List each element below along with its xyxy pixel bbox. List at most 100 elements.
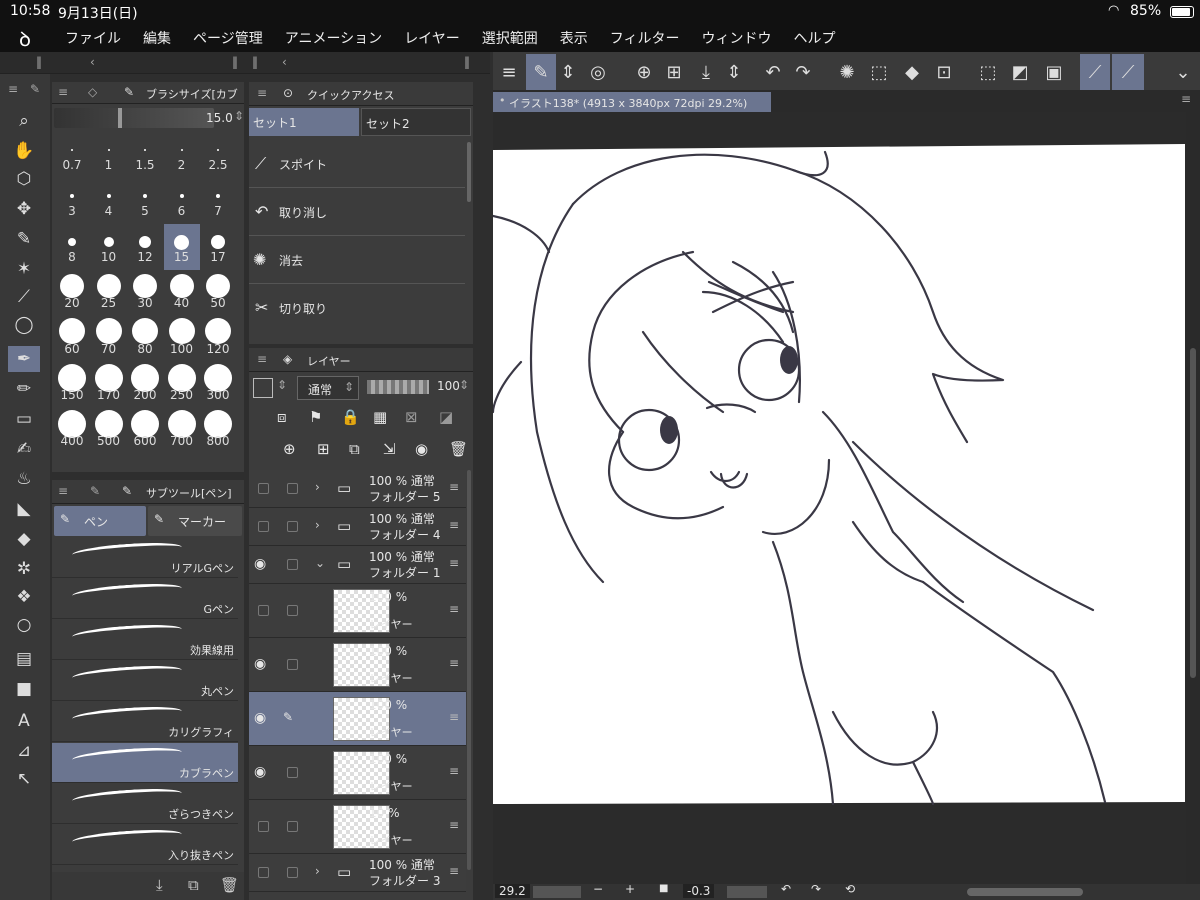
menu-icon[interactable]: ≡	[257, 86, 267, 100]
brush-size-600[interactable]: 600	[127, 408, 163, 454]
scroll-thumb[interactable]	[1190, 348, 1196, 678]
layer-row[interactable]: ◉ 100 % レイヤー ≡	[249, 746, 466, 800]
zoom-value[interactable]: 29.2	[495, 884, 530, 898]
blend-mode-select[interactable]: 通常 ⇕	[297, 376, 359, 400]
menu-filter[interactable]: フィルター	[610, 28, 680, 48]
stepper-icon[interactable]: ⇕	[558, 54, 578, 90]
menu-selection[interactable]: 選択範囲	[482, 28, 538, 48]
text-icon[interactable]: A	[8, 708, 40, 734]
menu-animation[interactable]: アニメーション	[285, 28, 382, 48]
collapse-left-icon-2[interactable]: ‖	[252, 55, 258, 69]
menu-icon[interactable]: ≡	[1181, 92, 1191, 106]
brush-size-150[interactable]: 150	[54, 362, 90, 408]
pen-select-icon[interactable]: ✎	[8, 226, 40, 252]
brush-size-1.5[interactable]: 1.5	[127, 132, 163, 178]
new-folder-icon[interactable]: ⊞	[317, 440, 330, 458]
brush-snap-icon[interactable]: ⟋	[1112, 54, 1144, 90]
ruler-icon[interactable]: ◪	[439, 408, 453, 426]
reference-icon[interactable]: ⚑	[309, 408, 322, 426]
zoom-in-button[interactable]: +	[625, 882, 635, 896]
folder-row[interactable]: › ▭ 100 % 通常 フォルダー 3 ≡	[249, 854, 466, 892]
brush-size-25[interactable]: 25	[91, 270, 127, 316]
eyedropper-icon[interactable]: ⟋	[8, 284, 40, 310]
subtool-item[interactable]: 入り抜きペン	[52, 825, 238, 865]
canvas-scrollbar-v[interactable]	[1186, 112, 1200, 884]
drag-handle-icon[interactable]: ≡	[449, 480, 459, 494]
app-logo-icon[interactable]: ꝺ	[0, 25, 50, 52]
canvas-viewport[interactable]	[493, 112, 1193, 884]
zoom-out-button[interactable]: −	[593, 882, 603, 896]
subtool-item[interactable]: 効果線用	[52, 620, 238, 660]
magnifier-icon[interactable]: ⌕	[8, 108, 40, 134]
brush-size-500[interactable]: 500	[91, 408, 127, 454]
brush-size-1[interactable]: 1	[91, 132, 127, 178]
brush-size-70[interactable]: 70	[91, 316, 127, 362]
brush-size-30[interactable]: 30	[127, 270, 163, 316]
hamburger-menu-icon[interactable]: ≡	[496, 54, 522, 90]
brush-size-2[interactable]: 2	[164, 132, 200, 178]
move-icon[interactable]: ✥	[8, 196, 40, 222]
menu-page[interactable]: ページ管理	[193, 28, 263, 48]
stepper-icon[interactable]: ⇕	[277, 378, 287, 392]
subtool-item[interactable]: 丸ペン	[52, 661, 238, 701]
redo-icon[interactable]: ↷	[790, 54, 816, 90]
transform-icon[interactable]: ⊡	[930, 54, 958, 90]
brush-size-3[interactable]: 3	[54, 178, 90, 224]
brush-tab-icon[interactable]: ✎	[30, 82, 40, 96]
drag-handle-icon[interactable]: ≡	[449, 764, 459, 778]
deselect-icon[interactable]: ⬚	[866, 54, 892, 90]
brush-size-170[interactable]: 170	[91, 362, 127, 408]
brush-size-800[interactable]: 800	[200, 408, 236, 454]
frame-icon[interactable]: ▤	[8, 646, 40, 672]
subtool-item[interactable]: リアルGペン	[52, 538, 238, 578]
duplicate-icon[interactable]: ⧉	[188, 876, 199, 894]
brush-size-250[interactable]: 250	[164, 362, 200, 408]
lock-checkbox[interactable]	[287, 483, 298, 494]
layer-scrollbar[interactable]	[467, 470, 471, 870]
collapse-right-icon[interactable]: ‖	[232, 55, 238, 69]
menu-file[interactable]: ファイル	[65, 28, 121, 48]
stepper-icon[interactable]: ⇕	[724, 54, 744, 90]
menu-icon[interactable]: ≡	[8, 82, 18, 96]
drag-handle-icon[interactable]: ≡	[449, 710, 459, 724]
trash-icon[interactable]: 🗑	[449, 440, 468, 458]
magic-wand-icon[interactable]: ✶	[8, 256, 40, 282]
dots-icon[interactable]: ✲	[8, 556, 40, 582]
lock-checkbox[interactable]	[287, 767, 298, 778]
brush-size-400[interactable]: 400	[54, 408, 90, 454]
layer-row[interactable]: 100 % レイヤー ≡	[249, 584, 466, 638]
subtool-item[interactable]: カリグラフィ	[52, 702, 238, 742]
grid-icon[interactable]: ▣	[1040, 54, 1068, 90]
canvas-tab[interactable]: • イラスト138* (4913 x 3840px 72dpi 29.2%)	[493, 92, 771, 112]
lasso-icon[interactable]: ◯	[8, 312, 40, 338]
stepper-icon[interactable]: ⇕	[234, 109, 244, 123]
hide-selection-icon[interactable]: ⬚	[974, 54, 1002, 90]
visibility-checkbox[interactable]	[258, 521, 269, 532]
fill-icon[interactable]: ◆	[898, 54, 926, 90]
new-file-icon[interactable]: ⊕	[630, 54, 658, 90]
chevron-right-icon[interactable]: ›	[315, 480, 320, 494]
collapse-right-icon-2[interactable]: ‖	[464, 55, 470, 69]
canvas-scrollbar-h[interactable]	[967, 888, 1083, 896]
save-icon[interactable]: ⤓	[692, 54, 720, 90]
eye-icon[interactable]: ◉	[254, 710, 266, 726]
qa-undo[interactable]: ↶ 取り消し	[249, 188, 465, 236]
menu-help[interactable]: ヘルプ	[794, 28, 836, 48]
qa-eyedropper[interactable]: ⟋ スポイト	[249, 140, 465, 188]
operation-icon[interactable]: ↖	[8, 766, 40, 792]
lock-transparent-icon[interactable]: ▦	[373, 408, 387, 426]
eye-icon[interactable]: ◉	[254, 556, 266, 572]
clip-icon[interactable]: ⧈	[277, 408, 287, 426]
brush-size-10[interactable]: 10	[91, 224, 127, 270]
brush-size-4[interactable]: 4	[91, 178, 127, 224]
drops-icon[interactable]: ❖	[8, 584, 40, 610]
reset-rotation-icon[interactable]: ⟲	[845, 882, 855, 896]
drag-handle-icon[interactable]: ≡	[449, 556, 459, 570]
brush-size-60[interactable]: 60	[54, 316, 90, 362]
tab-set2[interactable]: セット2	[361, 108, 471, 136]
visibility-checkbox[interactable]	[258, 483, 269, 494]
brush-size-20[interactable]: 20	[54, 270, 90, 316]
brush-size-5[interactable]: 5	[127, 178, 163, 224]
circle-icon[interactable]: ○	[8, 612, 40, 638]
layer-row[interactable]: ◉ ✎ 100 % レイヤー ≡	[249, 692, 466, 746]
